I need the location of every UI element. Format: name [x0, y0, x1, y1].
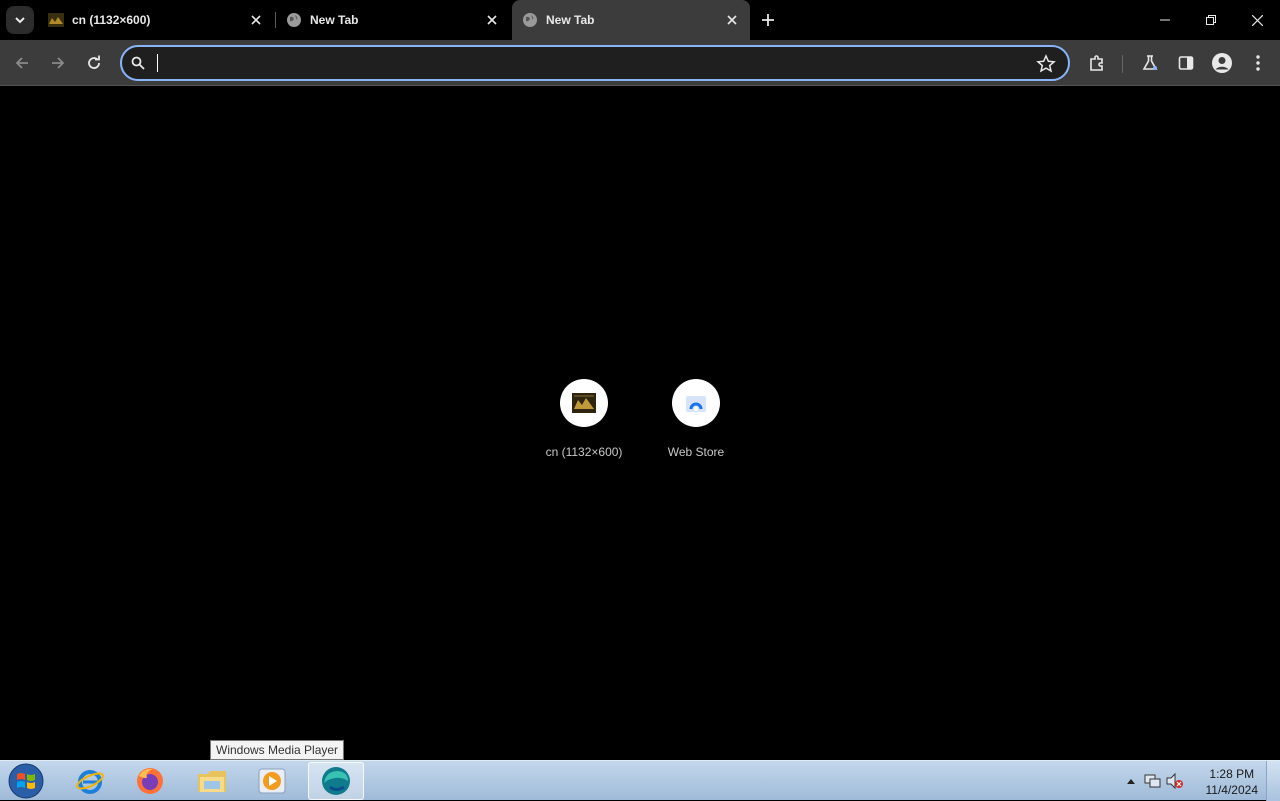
taskbar-firefox[interactable] [122, 762, 178, 800]
show-hidden-icons-icon[interactable] [1126, 777, 1136, 785]
taskbar-file-explorer[interactable] [184, 762, 240, 800]
image-thumbnail-icon [48, 13, 64, 27]
address-bar[interactable] [120, 45, 1070, 81]
plus-icon [762, 14, 774, 26]
windows-media-player-icon [258, 768, 286, 794]
more-vert-icon [1256, 55, 1260, 71]
close-tab-icon[interactable] [248, 12, 264, 28]
side-panel-button[interactable] [1170, 47, 1202, 79]
web-store-icon [686, 396, 706, 412]
extensions-button[interactable] [1081, 47, 1113, 79]
taskbar-edge[interactable] [308, 762, 364, 800]
taskbar-tooltip: Windows Media Player [210, 740, 345, 760]
tab-1[interactable]: cn (1132×600) [38, 0, 274, 40]
toolbar-separator [1122, 55, 1123, 73]
arrow-left-icon [15, 57, 28, 69]
start-button[interactable] [6, 762, 46, 800]
shortcut-icon-circle [560, 379, 608, 427]
tab-title: New Tab [310, 13, 359, 27]
globe-icon [523, 13, 537, 27]
tab-2[interactable]: New Tab [276, 0, 510, 40]
clock-time: 1:28 PM [1209, 767, 1255, 781]
windows-logo-icon [8, 763, 44, 799]
profile-avatar-icon [1212, 53, 1232, 73]
text-caret [157, 54, 158, 72]
internet-explorer-icon [76, 770, 104, 794]
back-button[interactable] [6, 47, 38, 79]
close-tab-icon[interactable] [724, 12, 740, 28]
restore-button[interactable] [1188, 0, 1234, 40]
puzzle-piece-icon [1090, 55, 1103, 71]
clock[interactable]: 1:28 PM 11/4/2024 [1206, 766, 1259, 798]
flask-icon [1142, 55, 1158, 70]
new-tab-page: cn (1132×600) Web Store [0, 87, 1280, 760]
firefox-icon [137, 768, 163, 794]
shortcut-tile[interactable]: Web Store [640, 379, 752, 469]
close-icon [1251, 14, 1263, 26]
taskbar-internet-explorer[interactable] [62, 762, 118, 800]
globe-icon [287, 13, 301, 27]
tab-title: New Tab [546, 13, 595, 27]
shortcut-label: cn (1132×600) [545, 445, 623, 459]
side-panel-icon [1178, 56, 1194, 70]
close-window-button[interactable] [1234, 0, 1280, 40]
new-tab-button[interactable] [756, 8, 780, 32]
shortcut-tile[interactable]: cn (1132×600) [528, 379, 640, 469]
tab-3-active[interactable]: New Tab [512, 0, 750, 40]
file-explorer-icon [198, 771, 226, 792]
chevron-down-icon [15, 17, 25, 24]
show-desktop-button[interactable] [1266, 761, 1280, 801]
labs-button[interactable] [1134, 47, 1166, 79]
bookmark-star-icon[interactable] [1036, 54, 1056, 74]
tab-title: cn (1132×600) [72, 13, 151, 27]
minimize-button[interactable] [1142, 0, 1188, 40]
edge-icon [322, 767, 350, 795]
reload-button[interactable] [78, 47, 110, 79]
tab-search-button[interactable] [6, 6, 34, 34]
taskbar-windows-media-player[interactable] [244, 762, 300, 800]
windows-taskbar: 1:28 PM 11/4/2024 [0, 760, 1280, 801]
restore-icon [1206, 15, 1216, 25]
forward-button[interactable] [42, 47, 74, 79]
network-icon[interactable] [1144, 773, 1162, 789]
search-icon [131, 56, 145, 70]
volume-muted-icon[interactable] [1166, 773, 1184, 789]
clock-date: 11/4/2024 [1205, 783, 1259, 797]
image-thumbnail-icon [572, 393, 596, 413]
reload-icon [88, 55, 100, 69]
menu-button[interactable] [1242, 47, 1274, 79]
arrow-right-icon [52, 57, 65, 69]
system-tray: 1:28 PM 11/4/2024 [1120, 761, 1280, 801]
shortcut-label: Web Store [667, 445, 725, 459]
profile-button[interactable] [1206, 47, 1238, 79]
minimize-icon [1160, 19, 1170, 21]
shortcut-icon-circle [672, 379, 720, 427]
tab-strip: cn (1132×600) New Tab New Tab [0, 0, 1280, 40]
address-input[interactable] [156, 51, 1016, 75]
browser-toolbar [0, 40, 1280, 86]
close-tab-icon[interactable] [484, 12, 500, 28]
